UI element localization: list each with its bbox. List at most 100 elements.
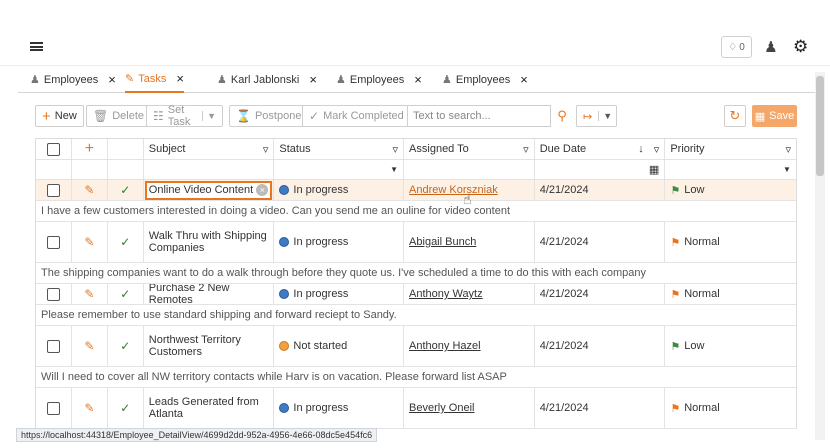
close-icon[interactable]: ×	[520, 72, 528, 87]
mark-completed-button[interactable]: ✓ Mark Completed	[302, 105, 411, 127]
row-checkbox[interactable]	[46, 401, 60, 415]
column-subject[interactable]: Subject ▿	[144, 139, 275, 159]
select-all-checkbox[interactable]	[46, 142, 60, 156]
priority-cell[interactable]: ⚑ Low	[665, 326, 796, 366]
new-label: New	[54, 110, 77, 122]
pencil-icon[interactable]: ✎	[84, 183, 94, 197]
pencil-icon[interactable]: ✎	[84, 339, 94, 353]
delete-button[interactable]: 🗑 Delete	[86, 105, 152, 127]
search-input[interactable]	[407, 105, 551, 127]
menu-icon[interactable]	[30, 42, 43, 51]
chevron-down-icon[interactable]: ▼	[598, 111, 612, 121]
search-icon[interactable]: ⚲	[551, 105, 573, 127]
row-checkbox[interactable]	[46, 183, 60, 197]
priority-cell[interactable]: ⚑ Normal	[665, 222, 796, 262]
column-priority[interactable]: Priority ▿	[665, 139, 796, 159]
status-cell[interactable]: In progress	[274, 284, 405, 304]
table-row[interactable]: ✎ ✓ Leads Generated from Atlanta In prog…	[36, 388, 796, 429]
pencil-icon[interactable]: ✎	[84, 235, 94, 249]
assigned-link[interactable]: Abigail Bunch	[409, 236, 476, 248]
subject-cell[interactable]: Purchase 2 New Remotes	[144, 284, 275, 304]
subject-cell[interactable]: Walk Thru with Shipping Companies	[144, 222, 275, 262]
close-icon[interactable]: ×	[414, 72, 422, 87]
pencil-icon[interactable]: ✎	[84, 287, 94, 301]
calendar-icon[interactable]: ▦	[649, 163, 659, 176]
postpone-button[interactable]: ⌛ Postpone	[229, 105, 309, 127]
new-button[interactable]: + New	[35, 105, 84, 127]
check-icon[interactable]: ✓	[120, 401, 130, 415]
export-button[interactable]: ↦ ▼	[576, 105, 617, 127]
filter-icon[interactable]: ▿	[654, 143, 660, 156]
assigned-link[interactable]: Anthony Waytz	[409, 288, 483, 300]
tab-tasks[interactable]: ✎ Tasks ×	[125, 66, 184, 93]
row-checkbox[interactable]	[46, 287, 60, 301]
gear-icon[interactable]: ⚙	[793, 37, 808, 57]
close-icon[interactable]: ×	[309, 72, 317, 87]
status-cell[interactable]: In progress	[274, 180, 405, 200]
chevron-down-icon[interactable]: ▼	[390, 165, 398, 174]
row-checkbox[interactable]	[46, 235, 60, 249]
filter-icon[interactable]: ▿	[785, 143, 791, 156]
flag-icon: ⚑	[670, 402, 681, 415]
column-assigned[interactable]: Assigned To ▿	[404, 139, 535, 159]
subject-editor[interactable]: Online Video Content ×	[144, 180, 273, 200]
clear-icon[interactable]: ×	[256, 184, 269, 196]
priority-cell[interactable]: ⚑ Normal	[665, 284, 796, 304]
filter-assigned[interactable]	[404, 160, 535, 179]
check-icon[interactable]: ✓	[120, 183, 130, 197]
status-cell[interactable]: Not started	[274, 326, 405, 366]
assigned-cell[interactable]: Anthony Hazel	[404, 326, 535, 366]
assigned-cell[interactable]: Anthony Waytz	[404, 284, 535, 304]
filter-status[interactable]: ▼	[274, 160, 405, 179]
refresh-button[interactable]: ↻	[724, 105, 746, 127]
filter-icon[interactable]: ▿	[393, 143, 399, 156]
assigned-link[interactable]: Anthony Hazel	[409, 340, 481, 352]
sort-down-icon[interactable]: ↓	[638, 143, 644, 156]
column-status[interactable]: Status ▿	[274, 139, 405, 159]
subject-cell[interactable]: Northwest Territory Customers	[144, 326, 275, 366]
plus-icon[interactable]: +	[85, 141, 94, 157]
assigned-link[interactable]: Andrew Korszniak	[409, 184, 498, 196]
filter-due-date[interactable]: ▦	[535, 160, 666, 179]
close-icon[interactable]: ×	[176, 71, 184, 86]
scrollbar-thumb[interactable]	[816, 76, 824, 176]
check-icon[interactable]: ✓	[120, 235, 130, 249]
priority-cell[interactable]: ⚑ Normal	[665, 388, 796, 428]
flag-icon: ⚑	[670, 340, 681, 353]
tab-employees-1[interactable]: ♟ Employees ×	[30, 66, 116, 93]
vertical-scrollbar[interactable]	[815, 72, 825, 440]
status-cell[interactable]: In progress	[274, 222, 405, 262]
assigned-cell[interactable]: Beverly Oneil	[404, 388, 535, 428]
subject-cell[interactable]: Leads Generated from Atlanta	[144, 388, 275, 428]
assigned-link[interactable]: Beverly Oneil	[409, 402, 474, 414]
close-icon[interactable]: ×	[108, 72, 116, 87]
row-description: The shipping companies want to do a walk…	[36, 263, 796, 284]
tab-employees-3[interactable]: ♟ Employees ×	[442, 66, 528, 93]
subject-cell[interactable]: Online Video Content ×	[144, 180, 275, 200]
column-due-date[interactable]: Due Date ↓ ▿	[535, 139, 666, 159]
table-row[interactable]: ✎ ✓ Northwest Territory Customers Not st…	[36, 326, 796, 367]
filter-icon[interactable]: ▿	[523, 143, 529, 156]
assigned-cell[interactable]: Abigail Bunch	[404, 222, 535, 262]
save-button[interactable]: ▦ Save	[752, 105, 797, 127]
pencil-icon[interactable]: ✎	[84, 401, 94, 415]
check-icon[interactable]: ✓	[120, 287, 130, 301]
table-row[interactable]: ✎ ✓ Online Video Content × In progress An…	[36, 180, 796, 201]
filter-priority[interactable]: ▼	[665, 160, 796, 179]
priority-cell[interactable]: ⚑ Low	[665, 180, 796, 200]
user-icon[interactable]: ♟	[763, 38, 779, 58]
row-checkbox[interactable]	[46, 339, 60, 353]
notifications-button[interactable]: ♢ 0	[721, 36, 752, 58]
table-row[interactable]: ✎ ✓ Walk Thru with Shipping Companies In…	[36, 222, 796, 263]
tab-karl-jablonski[interactable]: ♟ Karl Jablonski ×	[217, 66, 317, 93]
check-icon[interactable]: ✓	[120, 339, 130, 353]
set-task-button[interactable]: ☷ Set Task ▼	[146, 104, 223, 128]
filter-icon[interactable]: ▿	[263, 143, 269, 156]
filter-subject[interactable]	[144, 160, 275, 179]
status-cell[interactable]: In progress	[274, 388, 405, 428]
chevron-down-icon[interactable]: ▼	[783, 165, 791, 174]
complete-cell: ✓	[108, 326, 144, 366]
tab-employees-2[interactable]: ♟ Employees ×	[336, 66, 422, 93]
table-row[interactable]: ✎ ✓ Purchase 2 New Remotes In progress A…	[36, 284, 796, 305]
chevron-down-icon[interactable]: ▼	[202, 111, 216, 121]
